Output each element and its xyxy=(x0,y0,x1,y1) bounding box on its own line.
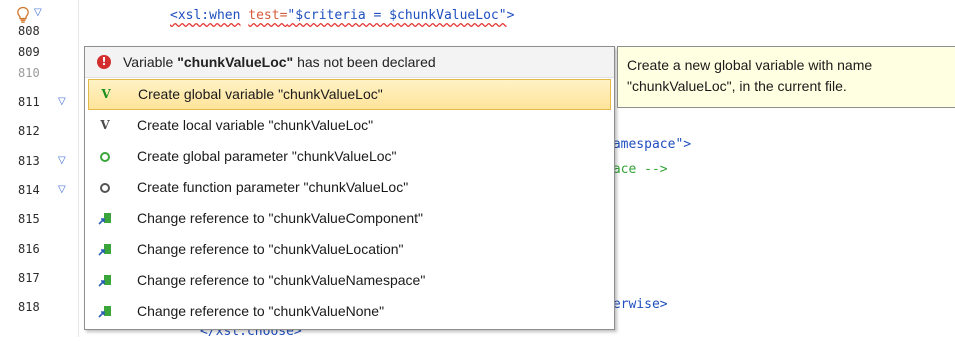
quick-fix-list: V Create global variable "chunkValueLoc"… xyxy=(85,79,614,327)
error-message: Variable "chunkValueLoc" has not been de… xyxy=(123,47,436,77)
fold-toggle-icon[interactable]: ▽ xyxy=(58,92,72,112)
error-message-prefix: Variable xyxy=(123,54,178,70)
quick-fix-label: Change reference to "chunkValueNone" xyxy=(137,303,385,319)
line-number: 816 xyxy=(18,242,40,256)
quick-fix-label: Create global variable "chunkValueLoc" xyxy=(138,86,383,102)
line-number: 811 xyxy=(18,95,40,109)
change-reference-icon xyxy=(95,203,115,234)
change-reference-icon xyxy=(95,296,115,327)
quick-fix-item-change-reference[interactable]: Change reference to "chunkValueComponent… xyxy=(85,203,614,234)
quick-fix-label: Create function parameter "chunkValueLoc… xyxy=(137,179,409,195)
error-message-suffix: has not been declared xyxy=(293,54,436,70)
line-number: 814 xyxy=(18,183,40,197)
quick-fix-label: Change reference to "chunkValueComponent… xyxy=(137,210,423,226)
line-number: 817 xyxy=(18,271,40,285)
code-line-error[interactable]: <xsl:when test="$criteria = $chunkValueL… xyxy=(170,6,514,26)
quick-fix-item-change-reference[interactable]: Change reference to "chunkValueNone" xyxy=(85,296,614,327)
quick-fix-popup: ! Variable "chunkValueLoc" has not been … xyxy=(84,46,615,330)
quick-fix-label: Change reference to "chunkValueLocation" xyxy=(137,241,404,257)
change-reference-icon xyxy=(95,265,115,296)
code-attribute-value: "$criteria = $chunkValueLoc" xyxy=(287,8,507,23)
quick-fix-label: Create local variable "chunkValueLoc" xyxy=(137,117,374,133)
parameter-global-icon xyxy=(95,141,115,172)
line-number: 813 xyxy=(18,154,40,168)
line-number: 812 xyxy=(18,124,40,138)
quick-fix-item-change-reference[interactable]: Change reference to "chunkValueLocation" xyxy=(85,234,614,265)
fold-toggle-icon[interactable]: ▽ xyxy=(58,180,72,200)
line-number: 809 xyxy=(18,45,40,59)
line-number: 808 xyxy=(18,24,40,38)
change-reference-icon xyxy=(95,234,115,265)
line-number: 815 xyxy=(18,212,40,226)
quick-fix-item-create-local-variable[interactable]: V Create local variable "chunkValueLoc" xyxy=(85,110,614,141)
line-number: 810 xyxy=(18,66,40,80)
tooltip-line: Create a new global variable with name xyxy=(627,57,873,73)
parameter-function-icon xyxy=(95,172,115,203)
line-number: 818 xyxy=(18,300,40,314)
quick-fix-item-create-function-parameter[interactable]: Create function parameter "chunkValueLoc… xyxy=(85,172,614,203)
quick-fix-tooltip: Create a new global variable with name "… xyxy=(617,46,955,108)
gutter-divider xyxy=(78,0,79,337)
error-variable-name: "chunkValueLoc" xyxy=(177,54,294,70)
code-tag: <xsl:when xyxy=(170,8,241,23)
code-attribute: test= xyxy=(248,8,288,23)
variable-local-icon: V xyxy=(100,118,110,132)
quick-fix-item-create-global-variable[interactable]: V Create global variable "chunkValueLoc" xyxy=(88,79,611,110)
tooltip-line: "chunkValueLoc", in the current file. xyxy=(627,78,847,94)
quick-fix-label: Change reference to "chunkValueNamespace… xyxy=(137,272,426,288)
code-tag-close: > xyxy=(506,8,515,23)
variable-global-icon: V xyxy=(101,87,111,101)
chevron-down-icon[interactable]: ▽ xyxy=(34,6,48,20)
code-fragment: Namespace"> xyxy=(605,137,692,152)
fold-toggle-icon[interactable]: ▽ xyxy=(58,151,72,171)
error-icon: ! xyxy=(97,55,111,69)
quick-fix-label: Create global parameter "chunkValueLoc" xyxy=(137,148,397,164)
quick-fix-item-create-global-parameter[interactable]: Create global parameter "chunkValueLoc" xyxy=(85,141,614,172)
popup-header: ! Variable "chunkValueLoc" has not been … xyxy=(85,47,614,78)
quick-fix-item-change-reference[interactable]: Change reference to "chunkValueNamespace… xyxy=(85,265,614,296)
tooltip-text: Create a new global variable with name "… xyxy=(627,55,955,97)
